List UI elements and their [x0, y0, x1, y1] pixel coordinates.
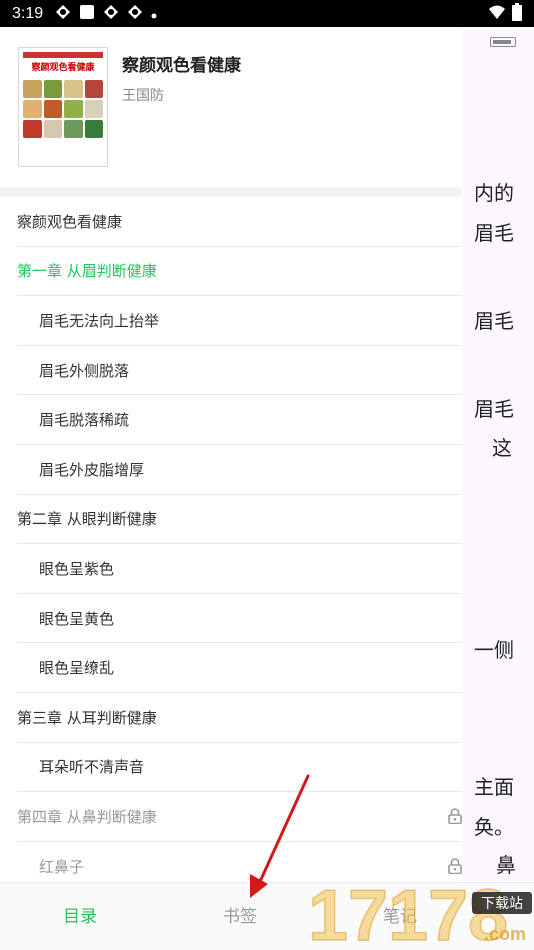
watermark-badge-text: 下载站: [481, 896, 523, 912]
watermark-domain: .com: [484, 924, 526, 944]
site-watermark: 17178 下载站 .com: [308, 875, 532, 950]
annotation-arrow: [250, 774, 310, 898]
